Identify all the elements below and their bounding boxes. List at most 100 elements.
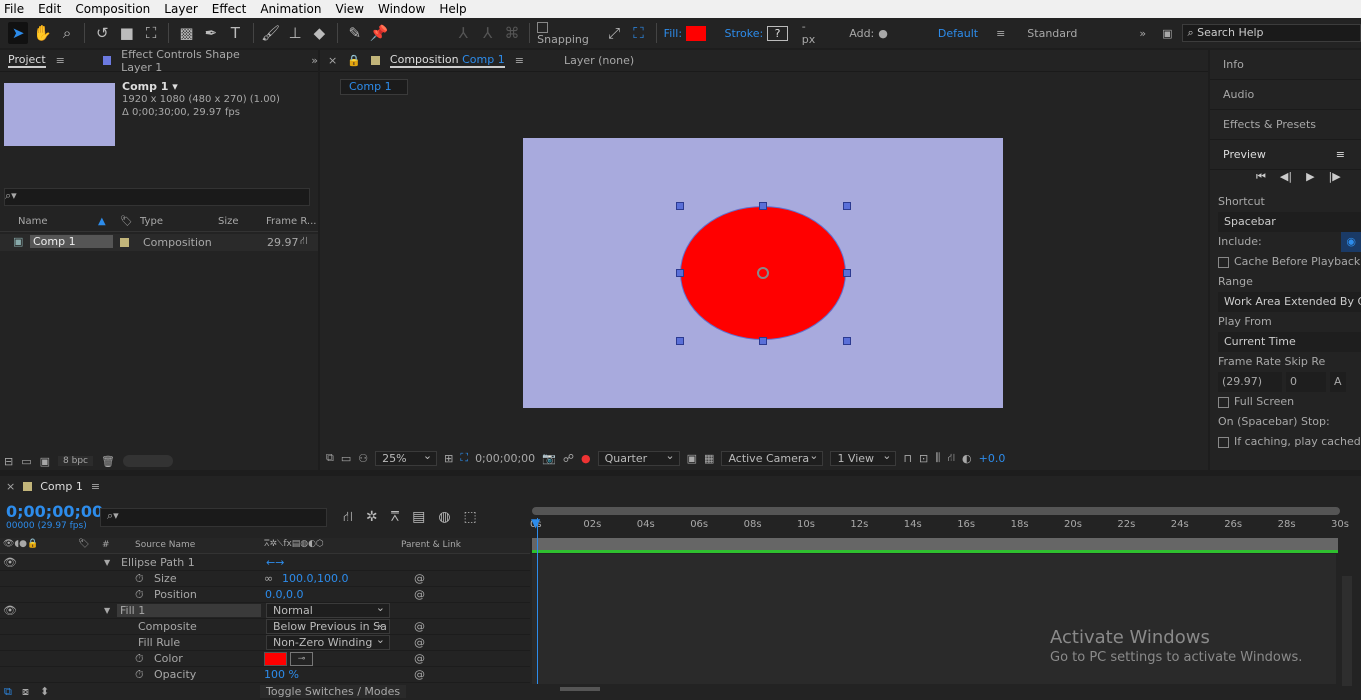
tab-project[interactable]: Project: [8, 53, 46, 68]
panel-menu-icon[interactable]: ≡: [515, 54, 524, 67]
lock-icon[interactable]: 🔒: [347, 54, 361, 67]
include-video-icon[interactable]: ◉: [1341, 232, 1361, 252]
current-time[interactable]: 0;00;00;00: [475, 452, 535, 465]
workspace-default[interactable]: Default: [938, 27, 978, 40]
exposure-value[interactable]: +0.0: [979, 452, 1006, 465]
tab-composition[interactable]: Composition Comp 1: [389, 53, 505, 68]
world-axis-icon[interactable]: ⅄: [477, 22, 497, 44]
timeline-timecode[interactable]: 0;00;00;00: [6, 502, 103, 521]
resolution-dropdown[interactable]: Quarter: [597, 449, 680, 466]
graph-editor-icon[interactable]: ⬚: [464, 509, 477, 527]
column-type[interactable]: Type: [140, 216, 163, 227]
reset-exposure-icon[interactable]: ⊡: [919, 452, 928, 465]
snap-edges-icon[interactable]: ⤢: [604, 22, 624, 44]
new-folder-icon[interactable]: ▭: [21, 455, 31, 468]
visibility-eye-icon[interactable]: 👁: [3, 604, 17, 617]
fast-preview-icon[interactable]: ▣: [687, 452, 697, 465]
blend-mode-dropdown[interactable]: Normal: [266, 601, 390, 618]
toggle-pixel-icon[interactable]: ⊓: [903, 452, 912, 465]
panel-menu-icon[interactable]: ≡: [56, 54, 65, 67]
color-swatch[interactable]: [264, 651, 287, 666]
stopwatch-icon[interactable]: ⏱: [135, 652, 144, 666]
panel-menu-icon[interactable]: ≡: [1336, 140, 1345, 170]
transfer-controls-icon[interactable]: ⧇: [22, 685, 29, 699]
menu-layer[interactable]: Layer: [164, 2, 197, 16]
fill-swatch[interactable]: [686, 25, 707, 41]
project-scrollbar[interactable]: [122, 455, 173, 467]
menu-edit[interactable]: Edit: [38, 2, 61, 16]
visibility-eye-icon[interactable]: 👁: [3, 556, 17, 569]
resolution-dropdown[interactable]: A: [1330, 372, 1346, 392]
full-screen-checkbox[interactable]: Full Screen: [1218, 392, 1361, 412]
preview-icon[interactable]: ⧉: [326, 451, 334, 465]
grid-icon[interactable]: ⊞: [444, 452, 453, 465]
tab-comp-1[interactable]: Comp 1: [40, 480, 83, 493]
menu-help[interactable]: Help: [439, 2, 466, 16]
eyedropper-icon[interactable]: ⊸: [290, 651, 313, 666]
anchor-point-icon[interactable]: [757, 267, 769, 279]
bbox-handle[interactable]: [843, 202, 851, 210]
column-name[interactable]: Name: [18, 216, 48, 227]
viewer-canvas[interactable]: [320, 100, 1208, 445]
local-axis-icon[interactable]: ⅄: [453, 22, 473, 44]
eraser-tool-icon[interactable]: ◆: [309, 22, 329, 44]
show-snapshot-icon[interactable]: ☍: [563, 452, 574, 465]
menu-effect[interactable]: Effect: [212, 2, 247, 16]
delete-icon[interactable]: 🗑: [101, 455, 115, 468]
source-name-column[interactable]: Source Name: [135, 540, 195, 550]
stopwatch-icon[interactable]: ⏱: [135, 572, 144, 586]
transparency-grid-icon[interactable]: ▦: [704, 452, 714, 465]
view-axis-icon[interactable]: ⌘: [502, 22, 522, 44]
pickwhip-icon[interactable]: @: [414, 588, 425, 601]
exposure-icon[interactable]: ◐: [962, 452, 972, 465]
bbox-handle[interactable]: [843, 337, 851, 345]
skip-dropdown[interactable]: 0: [1286, 372, 1326, 392]
pickwhip-icon[interactable]: @: [414, 668, 425, 681]
panel-overflow-icon[interactable]: »: [311, 54, 318, 67]
search-help-box[interactable]: ⌕ Search Help: [1182, 24, 1361, 42]
snap-features-icon[interactable]: ⛶: [628, 22, 648, 44]
stopwatch-icon[interactable]: ⏱: [135, 668, 144, 682]
workspace-standard[interactable]: Standard: [1027, 27, 1077, 40]
project-search-input[interactable]: ⌕▾: [4, 188, 310, 206]
tab-effect-controls[interactable]: Effect Controls Shape Layer 1: [121, 48, 271, 74]
menu-composition[interactable]: Composition: [75, 2, 150, 16]
region-of-interest-icon[interactable]: ⛶: [460, 451, 468, 465]
preview-panel-header[interactable]: Preview ≡: [1210, 140, 1361, 170]
zoom-dropdown[interactable]: 25%: [375, 449, 438, 466]
layer-switches-pane-icon[interactable]: ⧉: [4, 685, 12, 699]
column-frame-rate[interactable]: Frame R...: [266, 216, 316, 227]
snapshot-icon[interactable]: 📷: [542, 452, 556, 465]
next-frame-icon[interactable]: |▶: [1329, 170, 1341, 192]
pan-behind-tool-icon[interactable]: ⛶: [141, 22, 161, 44]
pen-tool-icon[interactable]: ✒: [201, 22, 221, 44]
tab-layer[interactable]: Layer (none): [564, 54, 634, 67]
flowchart-icon[interactable]: ⛙: [947, 451, 955, 466]
parent-link-column[interactable]: Parent & Link: [401, 540, 461, 550]
bbox-handle[interactable]: [759, 337, 767, 345]
monitor-icon[interactable]: ▭: [341, 452, 351, 465]
property-ellipse-path[interactable]: Ellipse Path 1: [121, 556, 195, 569]
rectangle-tool-icon[interactable]: ▩: [176, 22, 196, 44]
bbox-handle[interactable]: [676, 337, 684, 345]
interpret-footage-icon[interactable]: ⊟: [4, 455, 13, 468]
sync-settings-icon[interactable]: ▣: [1162, 27, 1172, 40]
constrain-proportions-icon[interactable]: ∞: [264, 572, 273, 585]
brush-tool-icon[interactable]: 🖌: [260, 22, 280, 44]
composite-dropdown[interactable]: Below Previous in Sa: [266, 619, 390, 634]
clone-stamp-tool-icon[interactable]: ⊥: [285, 22, 305, 44]
property-fill[interactable]: Fill 1: [117, 604, 261, 617]
panel-menu-icon[interactable]: ≡: [91, 480, 100, 493]
bbox-handle[interactable]: [759, 202, 767, 210]
bbox-handle[interactable]: [843, 269, 851, 277]
camera-dropdown[interactable]: Active Camera: [721, 449, 824, 466]
flowchart-icon[interactable]: ⛙: [300, 234, 308, 249]
bpc-button[interactable]: 8 bpc: [58, 456, 93, 466]
shy-layers-icon[interactable]: ⩞: [391, 509, 400, 527]
timeline-icon[interactable]: ⫼: [935, 451, 940, 465]
playhead-marker-icon[interactable]: ▼: [531, 516, 540, 530]
roto-brush-tool-icon[interactable]: ✎: [345, 22, 365, 44]
type-tool-icon[interactable]: T: [225, 22, 245, 44]
prev-frame-icon[interactable]: ◀|: [1280, 170, 1292, 192]
pickwhip-icon[interactable]: @: [414, 636, 425, 649]
